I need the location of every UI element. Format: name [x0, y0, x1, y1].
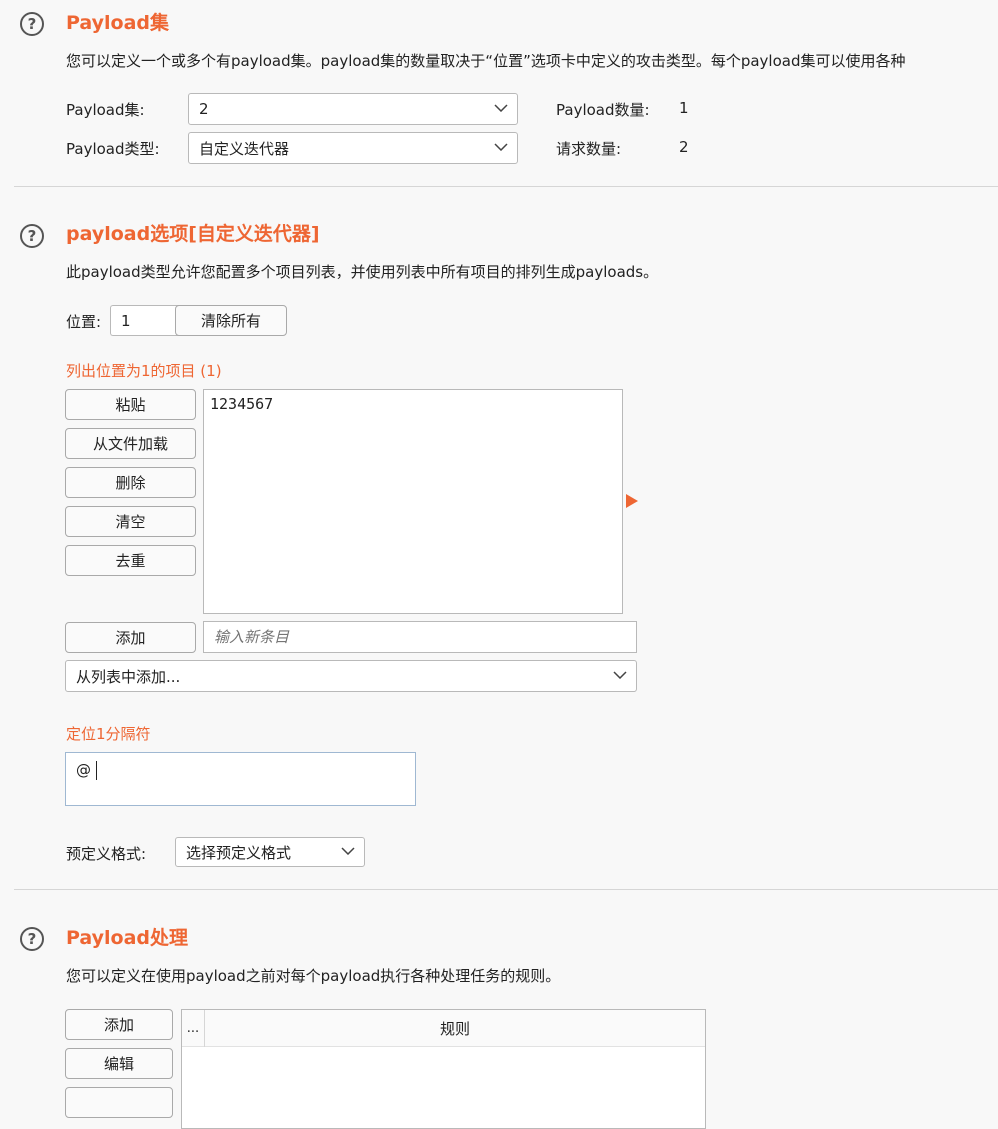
payload-count-value: 1 — [679, 99, 689, 117]
separator-heading: 定位1分隔符 — [66, 725, 151, 743]
clear-all-button[interactable]: 清除所有 — [175, 305, 287, 336]
load-from-file-button[interactable]: 从文件加载 — [65, 428, 196, 459]
rule-column-header[interactable]: 规则 — [205, 1010, 705, 1047]
payload-options-description: 此payload类型允许您配置多个项目列表，并使用列表中所有项目的排列生成pay… — [66, 263, 659, 281]
section-divider — [14, 186, 998, 187]
chevron-down-icon — [494, 143, 508, 151]
separator-textarea[interactable]: @ — [65, 752, 416, 806]
payload-type-value: 自定义迭代器 — [199, 139, 290, 158]
position-spinner[interactable]: 1 — [110, 305, 180, 336]
table-header: ... 规则 — [182, 1010, 705, 1047]
position-label: 位置: — [66, 313, 102, 331]
payload-processing-title: Payload处理 — [66, 927, 189, 949]
payload-set-label: Payload集: — [66, 101, 145, 119]
section-divider — [14, 889, 998, 890]
payload-options-title: payload选项[自定义迭代器] — [66, 223, 320, 245]
text-cursor — [96, 761, 97, 780]
payload-count-label: Payload数量: — [556, 101, 650, 119]
chevron-down-icon — [613, 671, 627, 679]
payload-type-label: Payload类型: — [66, 140, 160, 158]
new-item-input[interactable] — [203, 621, 637, 653]
predefined-format-value: 选择预定义格式 — [186, 843, 292, 862]
rules-table[interactable]: ... 规则 — [181, 1009, 706, 1129]
triangle-right-icon[interactable] — [626, 494, 638, 508]
deduplicate-button[interactable]: 去重 — [65, 545, 196, 576]
enabled-column-header[interactable]: ... — [182, 1010, 205, 1047]
chevron-down-icon — [341, 847, 355, 855]
predefined-format-label: 预定义格式: — [66, 845, 147, 863]
item-list[interactable]: 1234567 — [203, 389, 623, 614]
remove-button[interactable]: 删除 — [65, 467, 196, 498]
request-count-value: 2 — [679, 138, 689, 156]
help-icon[interactable]: ? — [20, 224, 44, 248]
chevron-down-icon — [494, 104, 508, 112]
add-from-list-value: 从列表中添加... — [76, 667, 181, 686]
list-item[interactable]: 1234567 — [210, 395, 273, 413]
predefined-format-select[interactable]: 选择预定义格式 — [175, 837, 365, 867]
clear-button[interactable]: 清空 — [65, 506, 196, 537]
request-count-label: 请求数量: — [556, 140, 622, 158]
payload-processing-description: 您可以定义在使用payload之前对每个payload执行各种处理任务的规则。 — [66, 967, 561, 985]
payload-set-value: 2 — [199, 100, 209, 118]
add-item-button[interactable]: 添加 — [65, 622, 196, 653]
help-icon[interactable]: ? — [20, 927, 44, 951]
paste-button[interactable]: 粘贴 — [65, 389, 196, 420]
help-icon[interactable]: ? — [20, 12, 44, 36]
add-from-list-select[interactable]: 从列表中添加... — [65, 660, 637, 692]
position-value: 1 — [121, 311, 131, 330]
payload-type-select[interactable]: 自定义迭代器 — [188, 132, 518, 164]
payload-set-select[interactable]: 2 — [188, 93, 518, 125]
add-rule-button[interactable]: 添加 — [65, 1009, 173, 1040]
payload-sets-description: 您可以定义一个或多个有payload集。payload集的数量取决于“位置”选项… — [66, 52, 906, 70]
edit-rule-button[interactable]: 编辑 — [65, 1048, 173, 1079]
separator-value: @ — [76, 761, 91, 779]
item-list-heading: 列出位置为1的项目 (1) — [66, 362, 222, 380]
payload-sets-title: Payload集 — [66, 12, 170, 34]
